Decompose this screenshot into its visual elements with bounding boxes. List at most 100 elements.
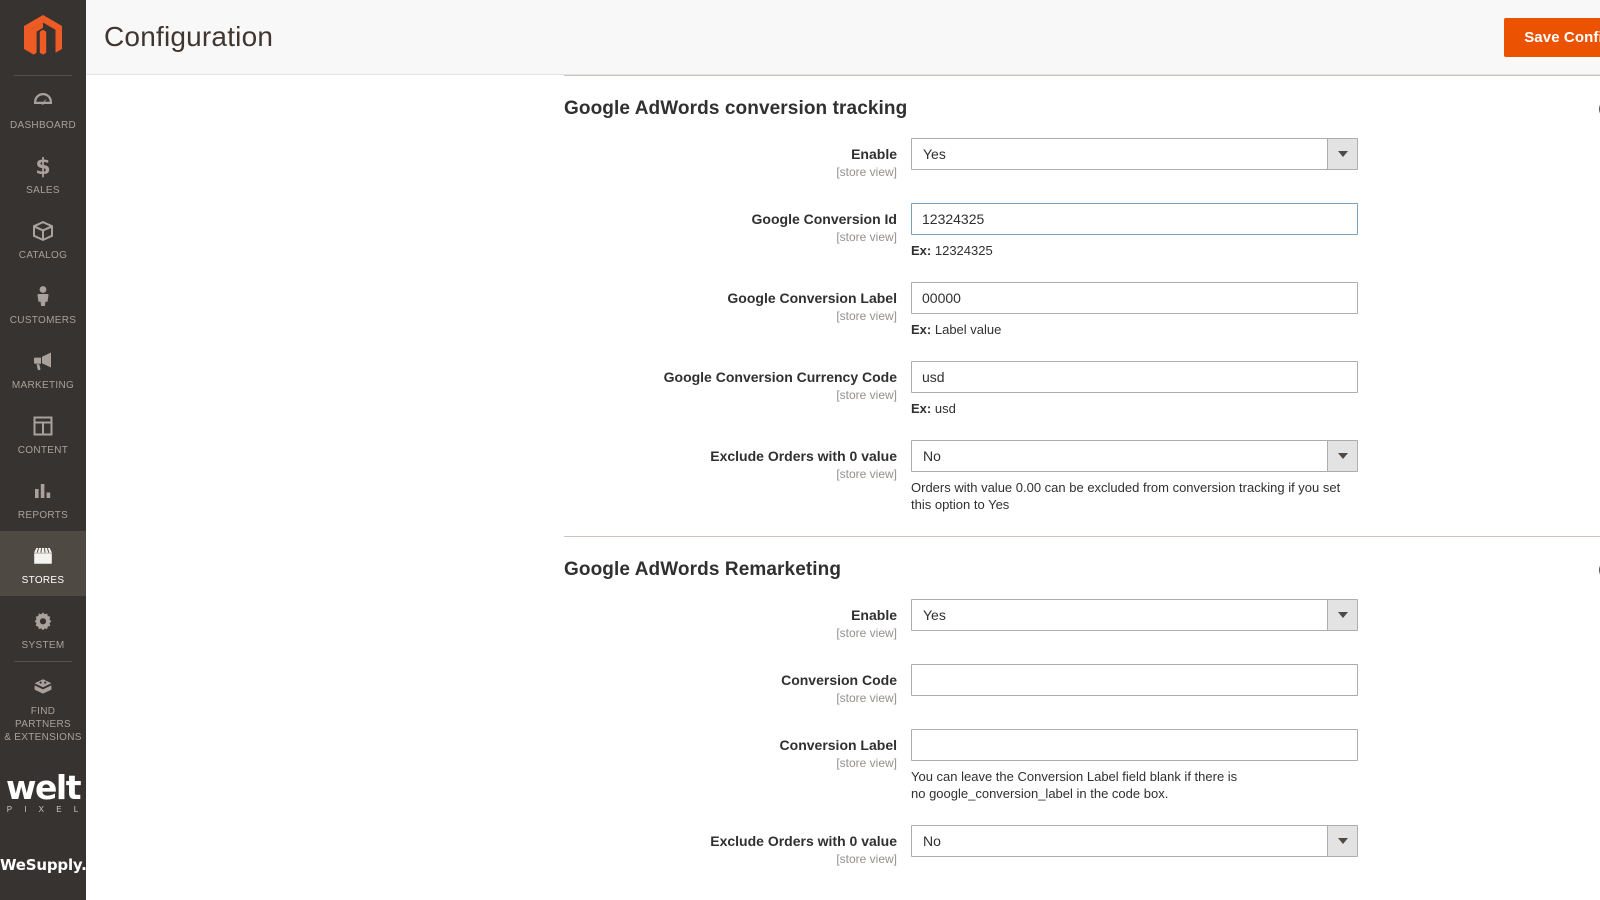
conversion-label-input[interactable] xyxy=(911,729,1358,761)
field-control-col: Ex: usd xyxy=(911,361,1358,417)
magento-logo-icon xyxy=(24,15,62,60)
field-label: Exclude Orders with 0 value xyxy=(710,833,897,849)
field-label-col: Exclude Orders with 0 value [store view] xyxy=(564,825,911,867)
field-scope: [store view] xyxy=(836,467,897,481)
field-scope: [store view] xyxy=(836,852,897,866)
weltpixel-wordmark: welt xyxy=(6,768,81,807)
dashboard-icon xyxy=(2,88,84,114)
page-header: Configuration Save Config xyxy=(86,0,1600,75)
weltpixel-subtext: P I X E L xyxy=(6,805,84,814)
field-note-text: 12324325 xyxy=(934,243,993,258)
sidebar-item-stores[interactable]: STORES xyxy=(0,531,86,596)
megaphone-icon xyxy=(2,348,84,374)
exclude-orders-zero-value-select[interactable]: YesNo xyxy=(911,440,1358,472)
sidebar-item-catalog[interactable]: CATALOG xyxy=(0,206,86,271)
page-title: Configuration xyxy=(104,21,274,52)
field-label-col: Exclude Orders with 0 value [store view] xyxy=(564,440,911,482)
field-scope: [store view] xyxy=(836,691,897,705)
sidebar-item-content[interactable]: CONTENT xyxy=(0,401,86,466)
section-header[interactable]: Google AdWords conversion tracking xyxy=(564,76,1600,138)
sidebar-item-customers[interactable]: CUSTOMERS xyxy=(0,271,86,336)
field-label-col: Google Conversion Currency Code [store v… xyxy=(564,361,911,403)
main-area: Configuration Save Config Google AdWords… xyxy=(86,0,1600,900)
google-conversion-label-input[interactable] xyxy=(911,282,1358,314)
sidebar-item-dashboard[interactable]: DASHBOARD xyxy=(0,76,86,141)
field-row-enable: Enable [store view] YesNo xyxy=(564,138,1600,180)
field-label: Exclude Orders with 0 value xyxy=(710,448,897,464)
field-label-col: Google Conversion Label [store view] xyxy=(564,282,911,324)
field-control-col: YesNo xyxy=(911,599,1358,631)
svg-text:$: $ xyxy=(35,155,50,179)
box-icon xyxy=(2,218,84,244)
admin-sidebar: DASHBOARD $ SALES CATALOG CUSTOMERS MARK… xyxy=(0,0,86,900)
section-header[interactable]: Google AdWords Remarketing xyxy=(564,537,1600,599)
sidebar-item-system[interactable]: SYSTEM xyxy=(0,596,86,661)
sidebar-item-label: CUSTOMERS xyxy=(9,315,77,326)
field-label: Google Conversion Currency Code xyxy=(663,369,897,385)
sidebar-item-label: CONTENT xyxy=(17,445,69,456)
sidebar-item-label: SALES xyxy=(26,185,60,196)
field-row-google-conversion-currency-code: Google Conversion Currency Code [store v… xyxy=(564,361,1600,417)
field-note: Ex: usd xyxy=(911,400,1358,417)
field-label: Conversion Label xyxy=(779,737,897,753)
select-wrapper: YesNo xyxy=(911,825,1358,857)
sidebar-item-label: STORES xyxy=(21,575,65,586)
field-control-col: Ex: Label value xyxy=(911,282,1358,338)
remarketing-enable-select[interactable]: YesNo xyxy=(911,599,1358,631)
field-label-col: Conversion Label [store view] xyxy=(564,729,911,771)
select-wrapper: YesNo xyxy=(911,138,1358,170)
bar-chart-icon xyxy=(2,478,84,504)
extension-box-icon xyxy=(2,674,84,700)
weltpixel-logo: welt P I X E L xyxy=(0,771,86,814)
field-scope: [store view] xyxy=(836,309,897,323)
field-control-col: You can leave the Conversion Label field… xyxy=(911,729,1358,802)
field-control-col: YesNo Orders with value 0.00 can be excl… xyxy=(911,440,1358,513)
sidebar-item-label: SYSTEM xyxy=(21,640,65,651)
field-row-exclude-orders-zero-value: Exclude Orders with 0 value [store view]… xyxy=(564,440,1600,513)
field-row-conversion-label: Conversion Label [store view] You can le… xyxy=(564,729,1600,802)
conversion-code-input[interactable] xyxy=(911,664,1358,696)
field-row-google-conversion-id: Google Conversion Id [store view] Ex: 12… xyxy=(564,203,1600,259)
config-sections: Google AdWords conversion tracking Enabl… xyxy=(86,75,1600,867)
sidebar-item-marketing[interactable]: MARKETING xyxy=(0,336,86,401)
google-conversion-currency-code-input[interactable] xyxy=(911,361,1358,393)
person-icon xyxy=(2,283,84,309)
field-control-col: YesNo xyxy=(911,138,1358,170)
field-label-col: Enable [store view] xyxy=(564,599,911,641)
section-google-adwords-remarketing: Google AdWords Remarketing Enable [store… xyxy=(564,537,1600,867)
field-label: Enable xyxy=(851,607,897,623)
field-label-col: Conversion Code [store view] xyxy=(564,664,911,706)
remarketing-exclude-orders-zero-value-select[interactable]: YesNo xyxy=(911,825,1358,857)
google-conversion-id-input[interactable] xyxy=(911,203,1358,235)
field-note: You can leave the Conversion Label field… xyxy=(911,769,1238,801)
sidebar-item-label: FIND PARTNERS & EXTENSIONS xyxy=(4,706,82,743)
gear-icon xyxy=(2,608,84,634)
dollar-icon: $ xyxy=(2,153,84,179)
sidebar-item-label: DASHBOARD xyxy=(9,120,77,131)
magento-logo-link[interactable] xyxy=(0,0,86,75)
sidebar-item-label: REPORTS xyxy=(17,510,69,521)
field-row-remarketing-enable: Enable [store view] YesNo xyxy=(564,599,1600,641)
field-control-col xyxy=(911,664,1358,696)
field-control-col: Ex: 12324325 xyxy=(911,203,1358,259)
sidebar-item-reports[interactable]: REPORTS xyxy=(0,466,86,531)
sidebar-item-find-partners-extensions[interactable]: FIND PARTNERS & EXTENSIONS xyxy=(0,662,86,753)
field-note-text: Label value xyxy=(934,322,1002,337)
field-label-col: Enable [store view] xyxy=(564,138,911,180)
sidebar-item-sales[interactable]: $ SALES xyxy=(0,141,86,206)
config-content: Google AdWords conversion tracking Enabl… xyxy=(86,75,1600,900)
field-note-prefix: Ex: xyxy=(911,401,932,416)
field-label: Google Conversion Id xyxy=(751,211,897,227)
section-google-adwords-conversion-tracking: Google AdWords conversion tracking Enabl… xyxy=(564,76,1600,513)
field-scope: [store view] xyxy=(836,388,897,402)
field-scope: [store view] xyxy=(836,626,897,640)
save-config-button[interactable]: Save Config xyxy=(1504,17,1600,57)
sidebar-item-label: CATALOG xyxy=(18,250,68,261)
field-note-prefix: Ex: xyxy=(911,243,932,258)
field-note: Ex: 12324325 xyxy=(911,242,1358,259)
field-label: Conversion Code xyxy=(781,672,897,688)
admin-page: DASHBOARD $ SALES CATALOG CUSTOMERS MARK… xyxy=(0,0,1600,900)
enable-select[interactable]: YesNo xyxy=(911,138,1358,170)
select-wrapper: YesNo xyxy=(911,440,1358,472)
field-note: Orders with value 0.00 can be excluded f… xyxy=(911,480,1341,512)
